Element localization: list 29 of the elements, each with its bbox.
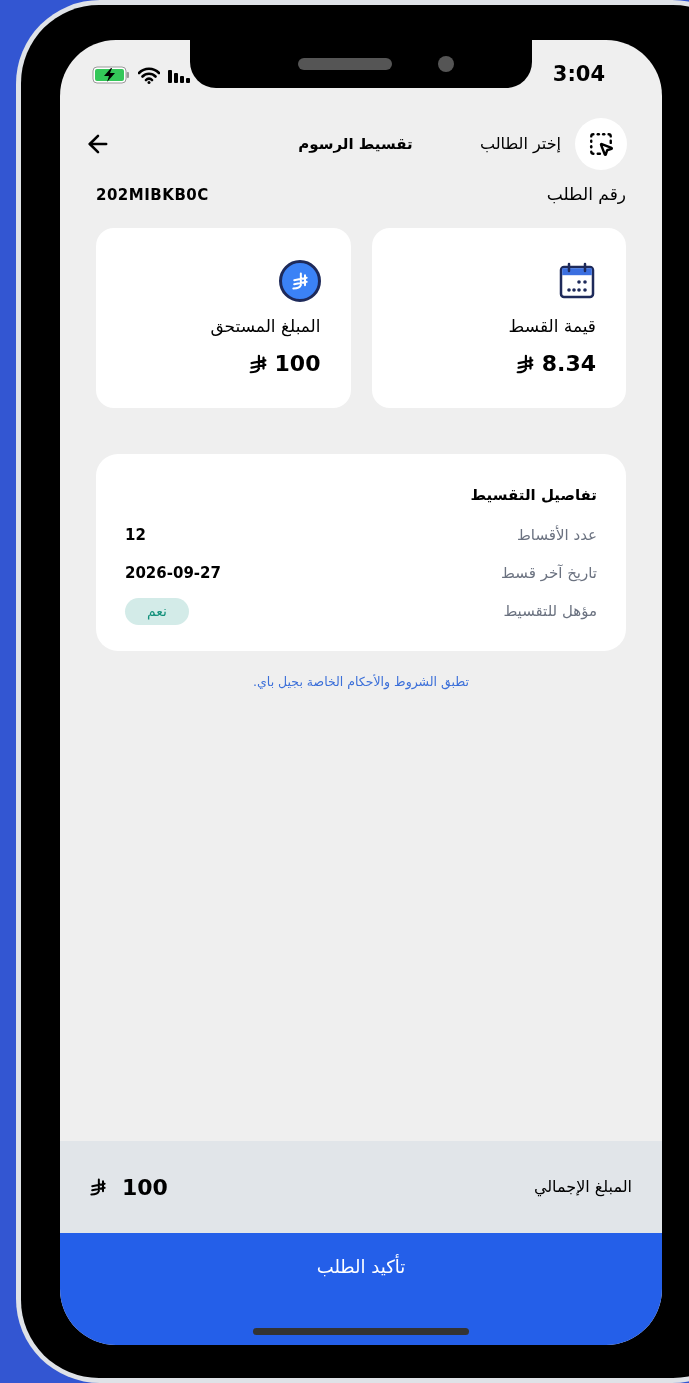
- total-label: المبلغ الإجمالي: [533, 1176, 632, 1199]
- detail-label: مؤهل للتقسيط: [503, 600, 597, 622]
- card-amount: 8.34: [541, 350, 596, 378]
- card-label: قيمة القسط: [508, 314, 596, 338]
- order-number: 202MIBKB0C: [96, 184, 209, 206]
- detail-value: 2026-09-27: [125, 562, 221, 584]
- detail-value: 12: [125, 524, 146, 546]
- detail-label: تاريخ آخر قسط: [501, 562, 597, 584]
- signal-icon: [168, 67, 190, 83]
- order-number-label: رقم الطلب: [546, 183, 626, 206]
- dashed-select-icon: [588, 131, 614, 157]
- eligibility-badge: نعم: [125, 597, 189, 625]
- calendar-icon: [558, 261, 596, 300]
- confirm-order-button[interactable]: تأكيد الطلب: [60, 1233, 662, 1345]
- total-amount: 100: [122, 1173, 168, 1202]
- status-time: 3:04: [552, 61, 605, 89]
- card-amount: 100: [274, 350, 321, 378]
- page-title: تقسيط الرسوم: [298, 133, 413, 155]
- details-title: تفاصيل التقسيط: [469, 484, 597, 506]
- wifi-icon: [138, 66, 160, 84]
- select-student-label: إختر الطالب: [480, 133, 561, 155]
- currency-icon: [88, 1177, 108, 1197]
- card-label: المبلغ المستحق: [210, 314, 321, 339]
- currency-badge-icon: [278, 259, 321, 302]
- terms-note: تطبق الشروط والأحكام الخاصة بجيل باي.: [252, 673, 470, 692]
- select-student-button[interactable]: إختر الطالب: [480, 118, 627, 170]
- battery-icon: [92, 66, 130, 84]
- detail-label: عدد الأقساط: [517, 524, 597, 546]
- select-icon-button[interactable]: [575, 118, 627, 170]
